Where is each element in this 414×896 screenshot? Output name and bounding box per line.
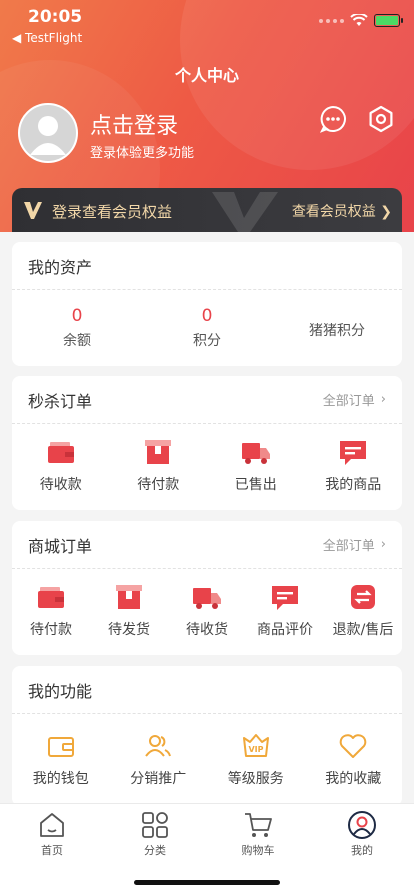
signal-icon bbox=[319, 18, 344, 23]
all-orders-label: 全部订单 bbox=[322, 539, 375, 554]
card-title: 秒杀订单 bbox=[28, 391, 93, 411]
order-status-label: 待付款 bbox=[30, 622, 72, 638]
all-orders-label: 全部订单 bbox=[322, 394, 375, 409]
chevron-right-icon: › bbox=[380, 537, 386, 552]
order-status-label: 待收款 bbox=[39, 477, 82, 493]
refund-icon bbox=[351, 585, 375, 609]
order-status-label: 商品评价 bbox=[257, 622, 313, 638]
message-icon[interactable] bbox=[318, 104, 348, 134]
order-status-label: 待发货 bbox=[108, 622, 150, 638]
users-icon bbox=[145, 735, 172, 757]
tab-label: 我的 bbox=[351, 844, 373, 857]
function-item-wallet[interactable]: 我的钱包 bbox=[12, 714, 110, 804]
tab-label: 购物车 bbox=[241, 844, 275, 857]
tab-category[interactable]: 分类 bbox=[115, 810, 195, 858]
page-title: 个人中心 bbox=[174, 66, 239, 85]
tab-cart[interactable]: 购物车 bbox=[218, 810, 298, 858]
flash-orders-card: 秒杀订单 全部订单 › 待收款 待付款 已售出 我的商品 bbox=[12, 376, 402, 510]
tab-label: 首页 bbox=[41, 844, 63, 857]
vip-benefits-label: 查看会员权益 bbox=[291, 204, 376, 220]
truck-icon bbox=[241, 443, 270, 464]
functions-card: 我的功能 我的钱包 分销推广 VIP 等级服务 我的收藏 bbox=[12, 666, 402, 806]
status-indicators bbox=[319, 14, 403, 27]
function-label: 我的钱包 bbox=[32, 771, 89, 787]
card-title: 商城订单 bbox=[28, 536, 93, 556]
function-item-promotion[interactable]: 分销推广 bbox=[110, 714, 208, 804]
user-avatar-icon bbox=[20, 105, 76, 161]
wifi-icon bbox=[350, 14, 368, 26]
category-icon bbox=[142, 812, 168, 838]
order-status-item[interactable]: 已售出 bbox=[207, 424, 305, 506]
vip-banner-text: 登录查看会员权益 bbox=[52, 203, 173, 221]
login-button[interactable]: 点击登录 bbox=[90, 108, 178, 140]
box-icon bbox=[145, 440, 172, 464]
home-icon bbox=[40, 813, 64, 837]
order-status-item[interactable]: 待付款 bbox=[12, 569, 90, 651]
wallet-icon bbox=[38, 587, 64, 608]
tab-profile[interactable]: 我的 bbox=[322, 810, 402, 858]
function-label: 等级服务 bbox=[227, 771, 284, 787]
chevron-right-icon: › bbox=[380, 392, 386, 407]
truck-icon bbox=[193, 588, 221, 609]
all-orders-link[interactable]: 全部订单 › bbox=[323, 390, 386, 409]
vip-logo-icon bbox=[24, 202, 42, 219]
card-title: 我的资产 bbox=[28, 257, 93, 277]
order-status-label: 退款/售后 bbox=[332, 622, 394, 638]
function-label: 我的收藏 bbox=[325, 771, 382, 787]
vip-banner[interactable]: 登录查看会员权益 查看会员权益 ❯ bbox=[12, 188, 402, 232]
asset-label: 积分 bbox=[193, 333, 221, 349]
settings-icon[interactable] bbox=[366, 104, 396, 134]
tab-label: 分类 bbox=[144, 844, 166, 857]
order-status-label: 我的商品 bbox=[325, 477, 382, 493]
order-status-item[interactable]: 待发货 bbox=[90, 569, 168, 651]
login-subtitle: 登录体验更多功能 bbox=[90, 146, 195, 161]
home-indicator bbox=[134, 880, 280, 885]
wallet-outline-icon bbox=[47, 737, 74, 757]
tab-home[interactable]: 首页 bbox=[12, 810, 92, 858]
asset-points[interactable]: 0 积分 bbox=[142, 290, 272, 366]
order-status-item[interactable]: 商品评价 bbox=[246, 569, 324, 651]
vip-icon: VIP bbox=[242, 734, 269, 757]
all-orders-link[interactable]: 全部订单 › bbox=[323, 535, 386, 554]
wallet-icon bbox=[47, 442, 74, 463]
asset-pig-points[interactable]: 猪猪积分 bbox=[272, 290, 402, 366]
status-time: 20:05 bbox=[28, 7, 83, 27]
battery-icon bbox=[374, 14, 403, 27]
asset-label: 余额 bbox=[63, 333, 91, 349]
card-title: 我的功能 bbox=[28, 681, 93, 701]
order-status-label: 待付款 bbox=[137, 477, 180, 493]
order-status-item[interactable]: 待收款 bbox=[12, 424, 110, 506]
back-to-app-link[interactable]: ◀ TestFlight bbox=[12, 31, 82, 45]
assets-card: 我的资产 0 余额 0 积分 猪猪积分 bbox=[12, 242, 402, 366]
order-status-item[interactable]: 我的商品 bbox=[305, 424, 403, 506]
comment-icon bbox=[272, 586, 298, 610]
profile-icon bbox=[348, 811, 376, 839]
chevron-right-icon: ❯ bbox=[380, 204, 392, 220]
asset-label: 猪猪积分 bbox=[309, 323, 365, 339]
asset-balance[interactable]: 0 余额 bbox=[12, 290, 142, 366]
asset-value: 0 bbox=[201, 306, 213, 326]
order-status-label: 待收货 bbox=[186, 622, 228, 638]
avatar[interactable] bbox=[18, 103, 78, 163]
svg-text:VIP: VIP bbox=[248, 745, 263, 754]
vip-watermark-icon bbox=[212, 192, 278, 232]
function-label: 分销推广 bbox=[130, 771, 187, 787]
heart-icon bbox=[339, 734, 367, 758]
function-item-level[interactable]: VIP 等级服务 bbox=[207, 714, 305, 804]
asset-value: 0 bbox=[71, 306, 83, 326]
order-status-item[interactable]: 待收货 bbox=[168, 569, 246, 651]
mall-orders-card: 商城订单 全部订单 › 待付款 待发货 待收货 商品评价 退款/售后 bbox=[12, 521, 402, 655]
order-status-label: 已售出 bbox=[234, 477, 277, 493]
vip-benefits-link[interactable]: 查看会员权益 ❯ bbox=[292, 201, 392, 221]
order-status-item[interactable]: 待付款 bbox=[110, 424, 208, 506]
cart-icon bbox=[245, 813, 272, 837]
order-status-item[interactable]: 退款/售后 bbox=[324, 569, 402, 651]
function-item-favorites[interactable]: 我的收藏 bbox=[305, 714, 403, 804]
box-icon bbox=[116, 585, 142, 609]
comment-icon bbox=[340, 441, 367, 465]
